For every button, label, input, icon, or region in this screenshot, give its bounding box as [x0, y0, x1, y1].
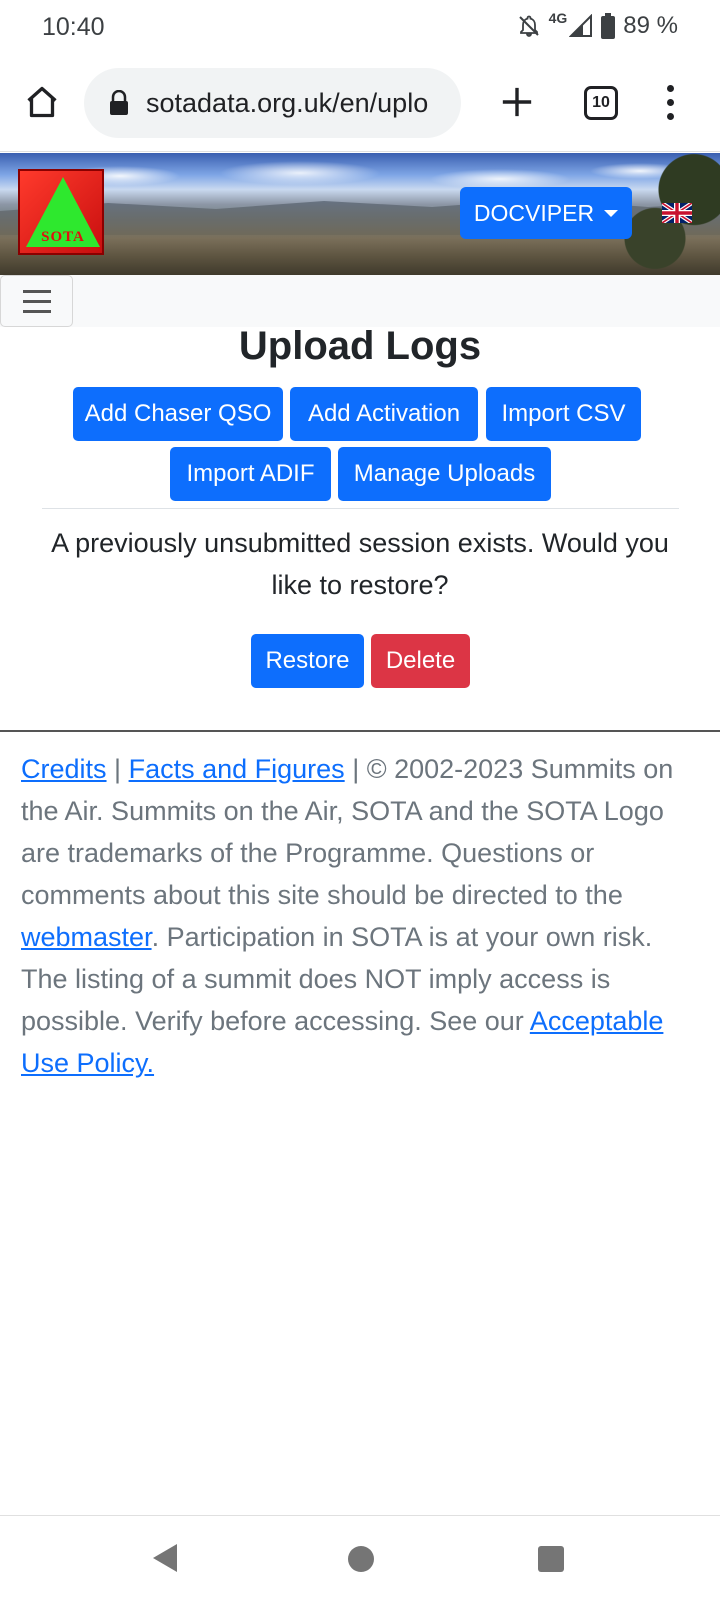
facts-and-figures-link[interactable]: Facts and Figures: [129, 754, 345, 784]
uk-flag-icon[interactable]: [662, 203, 692, 223]
home-circle-icon[interactable]: [348, 1546, 374, 1572]
import-csv-button[interactable]: Import CSV: [486, 387, 641, 441]
battery-icon: [601, 13, 616, 39]
user-menu-button[interactable]: DOCVIPER: [460, 187, 632, 239]
divider: [42, 508, 679, 509]
network-type: 4G: [548, 10, 568, 26]
lock-icon: [110, 90, 128, 115]
session-message: A previously unsubmitted session exists.…: [51, 528, 669, 600]
footer: Credits | Facts and Figures | © 2002-202…: [21, 748, 701, 1084]
browser-toolbar: sotadata.org.uk/en/uplo 10: [0, 56, 720, 152]
restore-button[interactable]: Restore: [251, 634, 364, 688]
more-vert-icon[interactable]: [655, 80, 685, 124]
status-time: 10:40: [42, 13, 105, 41]
plus-icon: [502, 87, 532, 117]
manage-uploads-button[interactable]: Manage Uploads: [338, 447, 551, 501]
logo-text: SOTA: [41, 229, 85, 245]
site-banner: SOTA DOCVIPER: [0, 153, 720, 275]
back-icon[interactable]: [153, 1544, 177, 1572]
battery-level: 89 %: [623, 12, 678, 39]
status-icons: 4G 89 %: [517, 10, 678, 40]
import-adif-button[interactable]: Import ADIF: [170, 447, 331, 501]
page-title: Upload Logs: [238, 324, 482, 368]
user-menu-label: DOCVIPER: [473, 199, 595, 226]
navbar: [0, 275, 720, 327]
home-icon: [27, 86, 57, 118]
sota-logo[interactable]: SOTA: [18, 169, 104, 255]
new-tab-button[interactable]: [495, 80, 539, 124]
notifications-off-icon: [518, 15, 539, 37]
home-button[interactable]: [20, 80, 64, 124]
signal-icon: [569, 14, 593, 37]
url-text: sotadata.org.uk/en/uplo: [146, 87, 429, 118]
footer-divider: [0, 730, 720, 732]
status-bar: 10:40 4G 89 %: [0, 0, 720, 56]
recents-icon[interactable]: [538, 1546, 564, 1572]
add-chaser-qso-button[interactable]: Add Chaser QSO: [73, 387, 283, 441]
add-activation-button[interactable]: Add Activation: [290, 387, 478, 441]
android-navigation-bar: [0, 1515, 720, 1600]
delete-button[interactable]: Delete: [371, 634, 470, 688]
caret-down-icon: [604, 209, 619, 217]
tab-count: 10: [592, 94, 610, 111]
hamburger-menu-button[interactable]: [0, 275, 73, 327]
credits-link[interactable]: Credits: [21, 754, 107, 784]
tabs-button[interactable]: 10: [584, 86, 618, 120]
address-bar[interactable]: sotadata.org.uk/en/uplo: [84, 68, 461, 138]
webmaster-link[interactable]: webmaster: [21, 922, 152, 952]
footer-separator: |: [114, 754, 122, 784]
